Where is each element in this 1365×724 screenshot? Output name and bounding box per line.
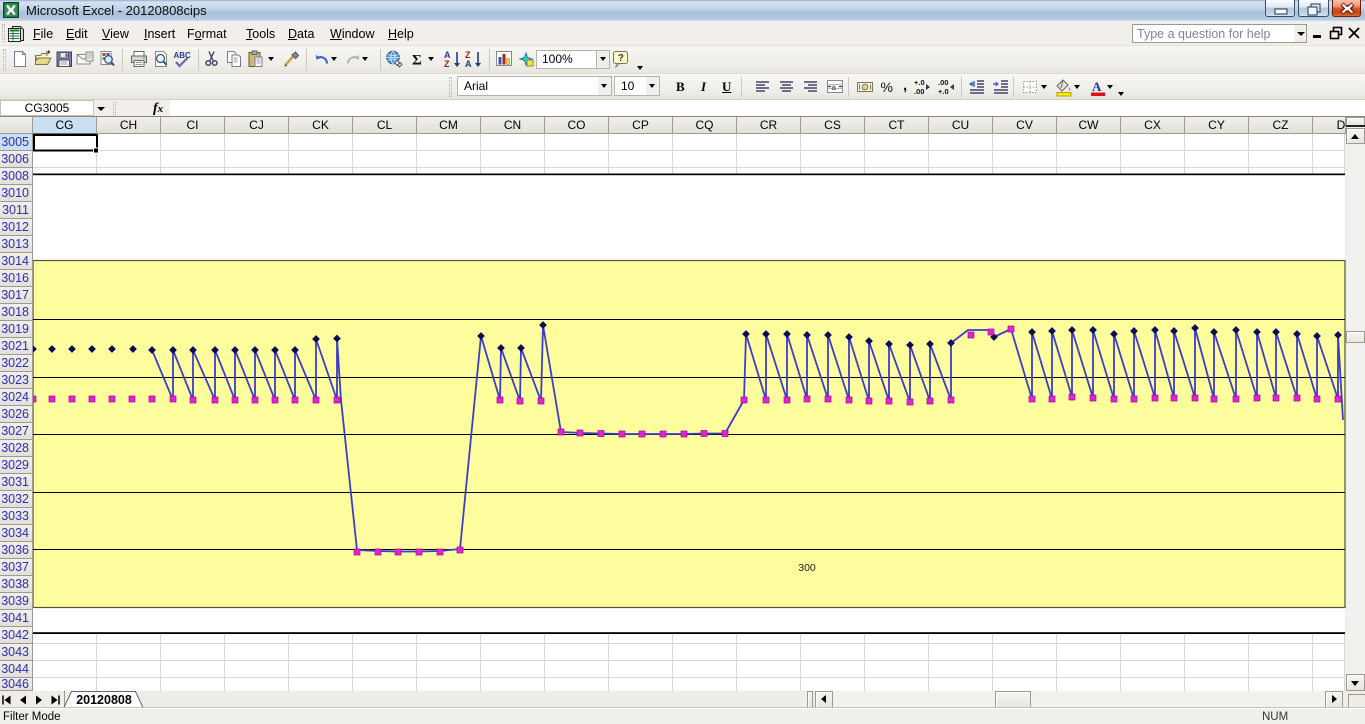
svg-text:300: 300 bbox=[798, 562, 816, 574]
svg-text:20120808: 20120808 bbox=[76, 693, 132, 707]
